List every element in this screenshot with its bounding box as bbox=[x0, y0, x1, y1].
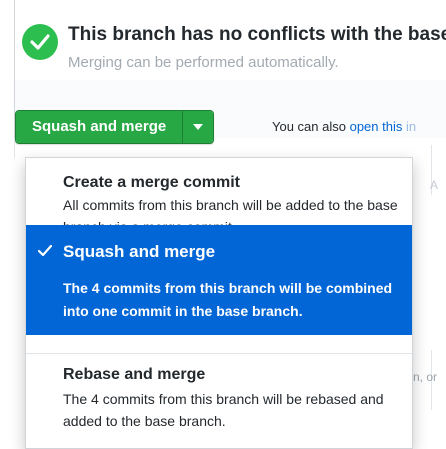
menu-item-title: Create a merge commit bbox=[63, 174, 240, 191]
menu-item-description: The 4 commits from this branch will be c… bbox=[63, 280, 393, 319]
check-icon bbox=[38, 245, 52, 257]
menu-item-squash-and-merge[interactable]: Squash and merge The 4 commits from this… bbox=[26, 225, 412, 335]
merge-method-dropdown-toggle[interactable] bbox=[182, 111, 214, 143]
background-fragment: A bbox=[430, 178, 439, 192]
background-divider bbox=[14, 138, 15, 158]
alternative-suffix: in bbox=[402, 119, 417, 134]
background-fragment: n, or bbox=[413, 370, 438, 384]
squash-and-merge-button[interactable]: Squash and merge bbox=[16, 111, 183, 143]
menu-item-rebase-and-merge[interactable]: Rebase and merge The 4 commits from this… bbox=[26, 353, 412, 449]
menu-item-title: Rebase and merge bbox=[63, 366, 206, 383]
merge-method-menu: Create a merge commit All commits from t… bbox=[25, 157, 413, 449]
check-circle-icon bbox=[22, 24, 58, 60]
merge-button-group: Squash and merge bbox=[15, 110, 215, 144]
menu-item-title: Squash and merge bbox=[63, 242, 216, 261]
status-title: This branch has no conflicts with the ba… bbox=[68, 24, 446, 45]
alternative-action-text: You can also open this in bbox=[272, 119, 416, 134]
menu-item-description: The 4 commits from this branch will be r… bbox=[63, 391, 384, 429]
open-this-link[interactable]: open this bbox=[350, 119, 403, 134]
status-subtitle: Merging can be performed automatically. bbox=[68, 54, 339, 71]
alternative-prefix: You can also bbox=[272, 119, 350, 134]
triangle-down-icon bbox=[193, 124, 204, 130]
menu-item-create-merge-commit[interactable]: Create a merge commit All commits from t… bbox=[26, 158, 412, 235]
